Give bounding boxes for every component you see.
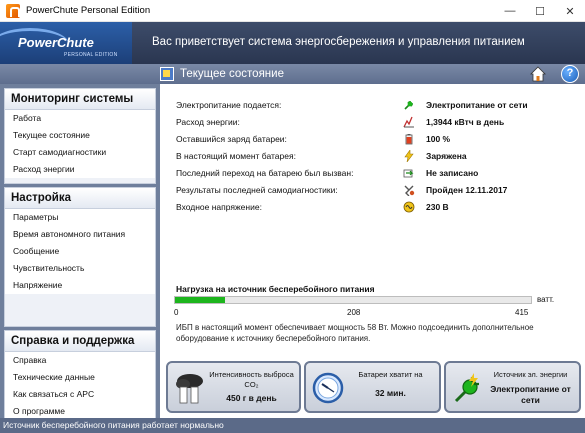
voltage-icon <box>403 201 415 213</box>
status-label: В настоящий момент батарея: <box>176 151 296 161</box>
tile-value: 450 г в день <box>226 393 277 403</box>
status-label: Электропитание подается: <box>176 100 282 110</box>
sidebar-item-voltage[interactable]: Напряжение <box>5 277 155 294</box>
tile-label-line2: CO₂ <box>244 380 259 389</box>
tile-label: Интенсивность выброса CO₂ <box>208 370 295 390</box>
load-scale-max: 415 <box>515 308 529 317</box>
status-bar: Источник бесперебойного питания работает… <box>0 418 585 433</box>
status-value: Электропитание от сети <box>426 100 528 110</box>
tile-label-line1: Интенсивность выброса <box>209 370 294 379</box>
battery-switch-icon <box>403 169 414 178</box>
sidebar-item-sensitivity[interactable]: Чувствительность <box>5 260 155 277</box>
plug-icon <box>454 373 479 403</box>
load-progress-bar <box>174 296 532 304</box>
tile-label: Источник эл. энергии <box>486 370 575 380</box>
nav-group-help: Справка и поддержка Справка Технические … <box>4 330 156 425</box>
close-button[interactable]: ✕ <box>555 0 585 22</box>
status-value: 1,3944 кВтч в день <box>426 117 505 127</box>
sidebar-item-energy-usage[interactable]: Расход энергии <box>5 161 155 178</box>
lightning-icon <box>404 150 414 162</box>
sidebar: Мониторинг системы Работа Текущее состоя… <box>0 84 160 425</box>
load-title: Нагрузка на источник бесперебойного пита… <box>176 284 375 294</box>
sidebar-item-runtime[interactable]: Время автономного питания <box>5 226 155 243</box>
status-label: Расход энергии: <box>176 117 240 127</box>
sidebar-item-parameters[interactable]: Параметры <box>5 209 155 226</box>
status-value: Не записано <box>426 168 479 178</box>
main-panel: Электропитание подается: Электропитание … <box>160 84 585 418</box>
window-title: PowerChute Personal Edition <box>26 5 151 16</box>
logo-text: PowerChute <box>18 35 94 50</box>
status-row-battery-state: В настоящий момент батарея: Заряжена <box>176 149 576 165</box>
home-icon[interactable] <box>530 66 546 82</box>
help-icon[interactable]: ? <box>561 65 579 83</box>
load-scale-mid: 208 <box>347 308 361 317</box>
clock-icon <box>312 372 344 404</box>
nav-group-monitoring: Мониторинг системы Работа Текущее состоя… <box>4 88 156 184</box>
status-value: Заряжена <box>426 151 467 161</box>
app-icon <box>6 3 20 18</box>
tile-label-line1: Батареи хватит на <box>358 370 423 379</box>
sidebar-item-help[interactable]: Справка <box>5 352 155 369</box>
status-row-battery-charge: Оставшийся заряд батареи: 100 % <box>176 132 576 148</box>
sidebar-item-tech-data[interactable]: Технические данные <box>5 369 155 386</box>
tile-label: Батареи хватит на <box>346 370 435 380</box>
sidebar-item-operation[interactable]: Работа <box>5 110 155 127</box>
plug-icon <box>404 101 413 110</box>
nav-group-title: Справка и поддержка <box>5 331 155 352</box>
status-label: Результаты последней самодиагностики: <box>176 185 338 195</box>
sidebar-item-message[interactable]: Сообщение <box>5 243 155 260</box>
battery-icon <box>405 134 413 145</box>
banner-title: Вас приветствует система энергосбережени… <box>152 36 525 48</box>
window-controls: — ☐ ✕ <box>495 0 585 22</box>
sidebar-item-contact-apc[interactable]: Как связаться с APC <box>5 386 155 403</box>
status-label: Оставшийся заряд батареи: <box>176 134 287 144</box>
logo: PowerChute PERSONAL EDITION <box>0 22 132 64</box>
energy-meter-icon <box>403 116 414 128</box>
status-row-power-source: Электропитание подается: Электропитание … <box>176 98 576 114</box>
sidebar-item-current-status[interactable]: Текущее состояние <box>5 127 155 144</box>
section-header: Текущее состояние ? <box>0 64 585 84</box>
load-unit: ватт. <box>537 295 555 304</box>
tile-value: 32 мин. <box>375 388 406 398</box>
logo-subtitle: PERSONAL EDITION <box>64 52 118 58</box>
minimize-button[interactable]: — <box>495 0 525 22</box>
title-bar: PowerChute Personal Edition — ☐ ✕ <box>0 0 585 22</box>
maximize-button[interactable]: ☐ <box>525 0 555 22</box>
tile-runtime[interactable]: Батареи хватит на 32 мин. <box>304 361 441 413</box>
nav-group-settings: Настройка Параметры Время автономного пи… <box>4 187 156 327</box>
tile-co2[interactable]: Интенсивность выброса CO₂ 450 г в день <box>166 361 301 413</box>
nav-group-title: Мониторинг системы <box>5 89 155 110</box>
status-label: Последний переход на батарею был вызван: <box>176 168 354 178</box>
selftest-icon <box>404 185 415 196</box>
status-row-last-transfer: Последний переход на батарею был вызван:… <box>176 166 576 182</box>
tile-power-source[interactable]: Источник эл. энергии Электропитание от с… <box>444 361 581 413</box>
current-status-icon <box>160 67 174 81</box>
tile-label-line1: Источник эл. энергии <box>493 370 568 379</box>
status-label: Входное напряжение: <box>176 202 262 212</box>
load-progress-fill <box>175 297 225 303</box>
status-row-input-voltage: Входное напряжение: 230 В <box>176 200 576 216</box>
factory-icon <box>176 374 203 404</box>
tile-value: Электропитание от сети <box>490 384 571 405</box>
nav-group-title: Настройка <box>5 188 155 209</box>
status-row-energy: Расход энергии: 1,3944 кВтч в день <box>176 115 576 131</box>
sidebar-item-self-test[interactable]: Старт самодиагностики <box>5 144 155 161</box>
page-title: Текущее состояние <box>180 68 284 80</box>
header-banner: PowerChute PERSONAL EDITION Вас приветст… <box>0 22 585 64</box>
status-row-self-test: Результаты последней самодиагностики: Пр… <box>176 183 576 199</box>
load-scale-min: 0 <box>174 308 179 317</box>
status-value: Пройден 12.11.2017 <box>426 185 508 195</box>
status-value: 230 В <box>426 202 449 212</box>
load-note: ИБП в настоящий момент обеспечивает мощн… <box>176 323 534 343</box>
status-value: 100 % <box>426 134 451 144</box>
